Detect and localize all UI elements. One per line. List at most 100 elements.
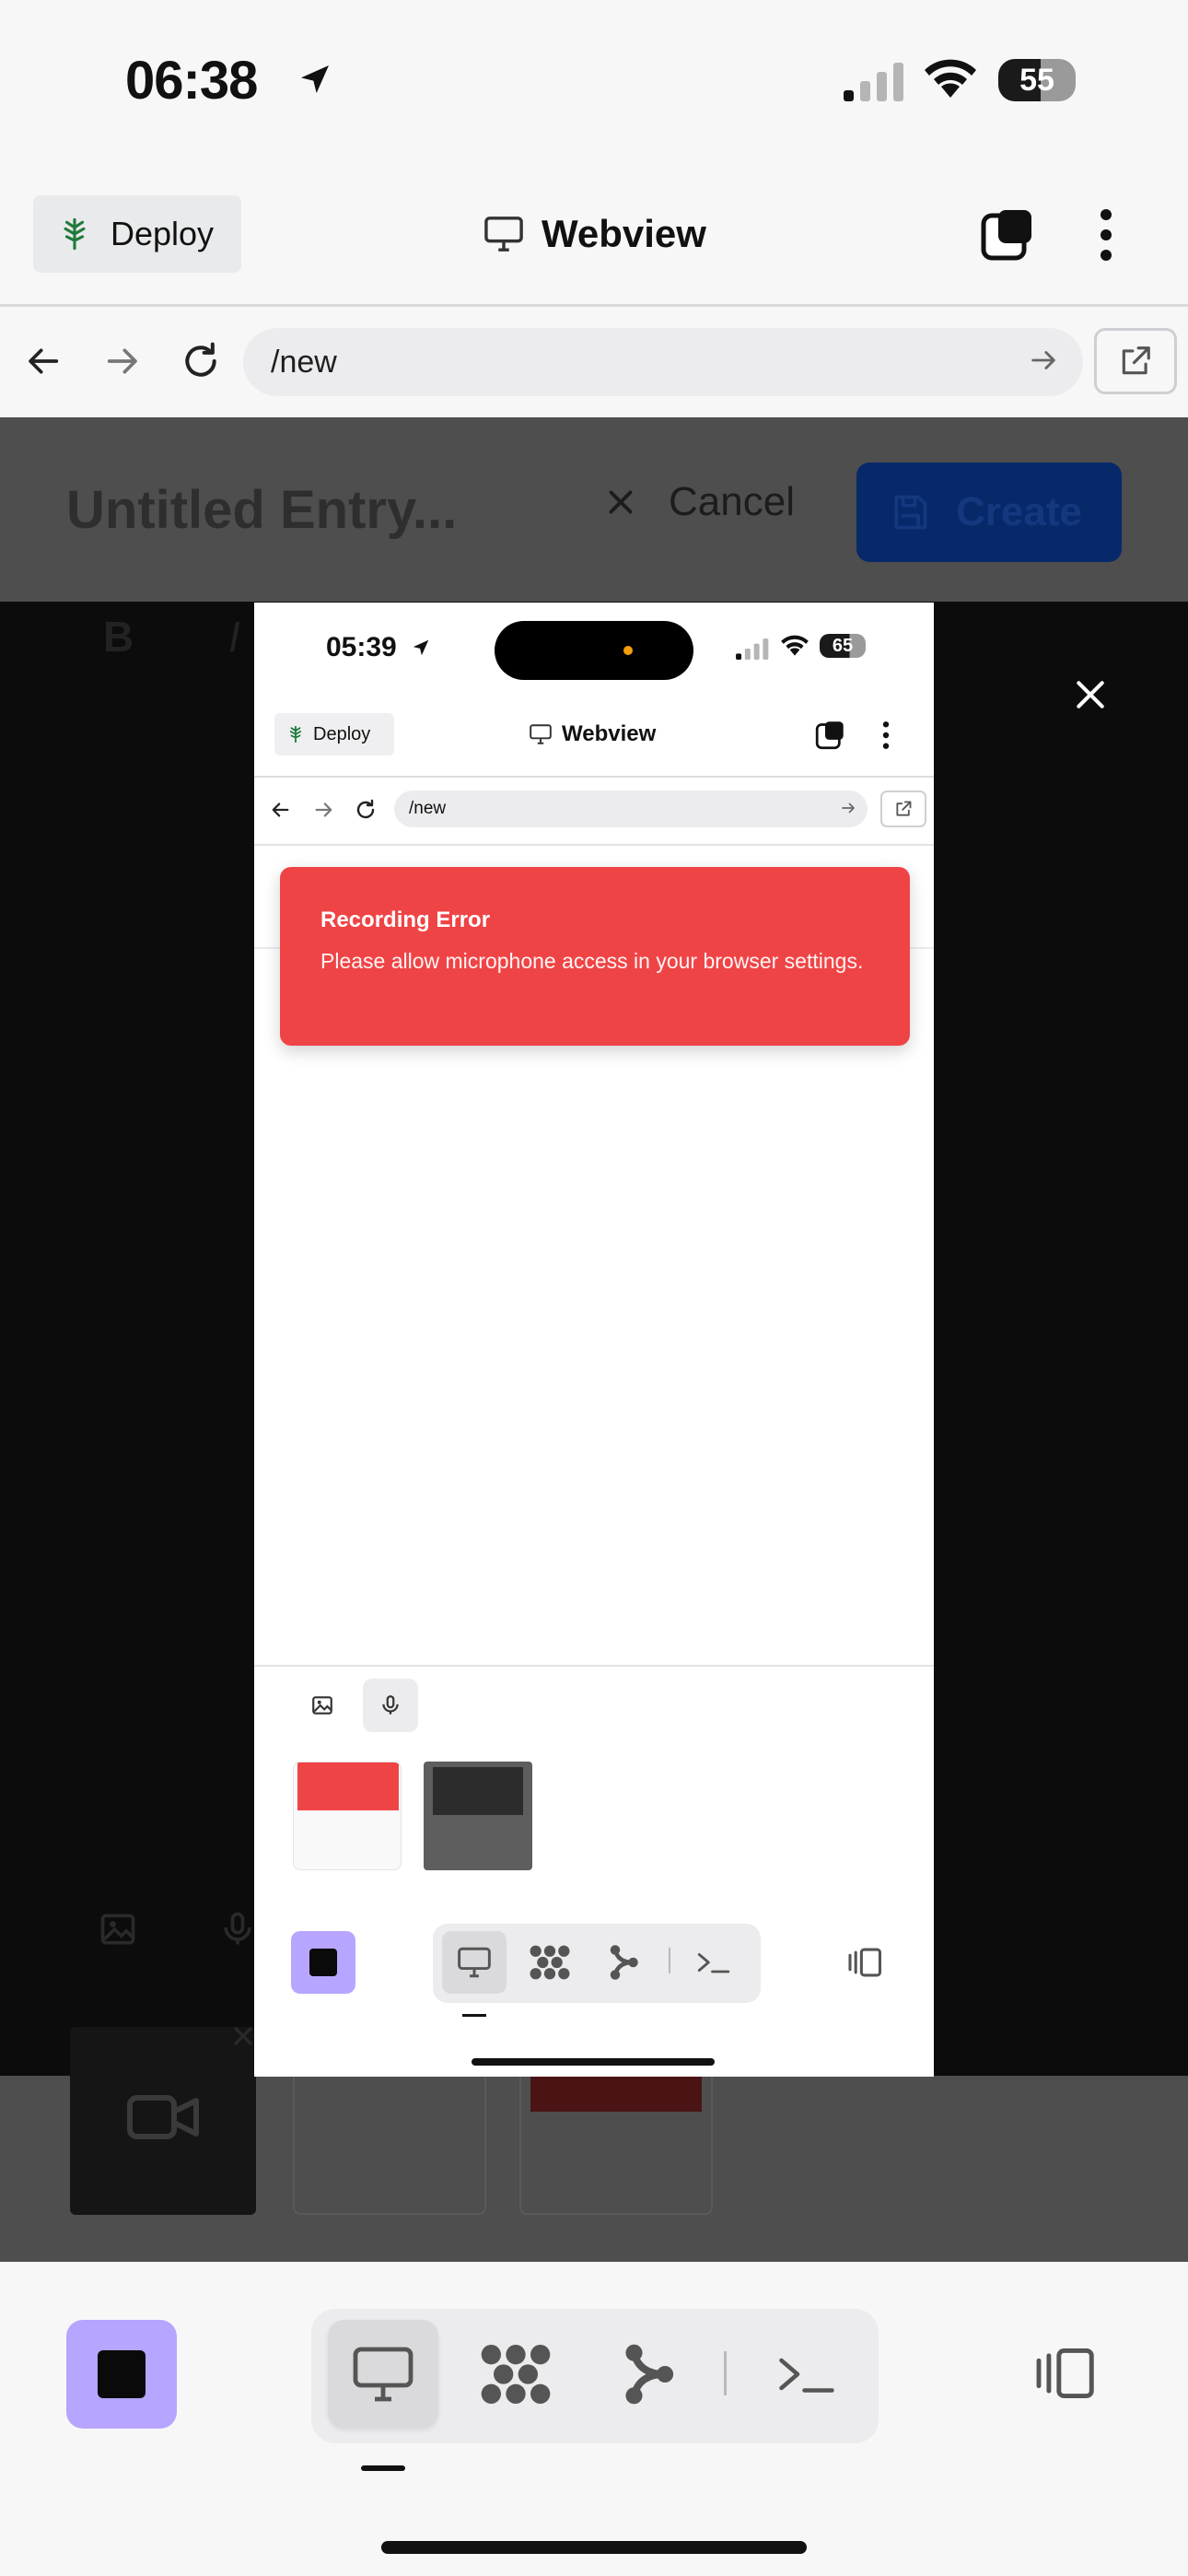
inner-deploy-button: Deploy xyxy=(274,713,394,755)
create-label: Create xyxy=(956,489,1082,534)
more-menu-icon[interactable] xyxy=(1083,203,1129,267)
inner-url-divider xyxy=(254,844,934,846)
forward-arrow-icon[interactable] xyxy=(96,335,147,387)
save-icon xyxy=(890,492,930,533)
cellular-signal-icon xyxy=(842,61,906,106)
deploy-tree-icon xyxy=(287,725,304,744)
monitor-icon xyxy=(483,215,525,253)
toast-message: Please allow microphone access in your b… xyxy=(320,949,864,973)
close-preview-button[interactable] xyxy=(1061,665,1120,724)
tab-branch[interactable] xyxy=(593,2320,704,2429)
close-icon xyxy=(1073,677,1108,712)
video-thumbnail[interactable] xyxy=(70,2027,256,2215)
branch-icon xyxy=(591,1931,656,1994)
image-icon[interactable] xyxy=(92,1903,144,1955)
deploy-label: Deploy xyxy=(111,215,215,252)
image-icon xyxy=(295,1679,350,1732)
branch-icon xyxy=(620,2342,677,2406)
recording-error-toast: Recording Error Please allow microphone … xyxy=(280,867,910,1046)
create-button[interactable]: Create xyxy=(856,463,1122,562)
stop-recording-button xyxy=(291,1931,355,1994)
close-icon xyxy=(604,486,637,519)
thumbnail-error-banner xyxy=(433,1767,523,1815)
terminal-icon xyxy=(681,1931,746,1994)
inner-url-text: /new xyxy=(409,799,447,818)
go-arrow-icon[interactable] xyxy=(1028,345,1059,376)
monitor-icon xyxy=(442,1931,507,1994)
location-arrow-icon xyxy=(409,636,433,660)
inner-tab-indicator xyxy=(462,2014,486,2017)
title-text: Webview xyxy=(542,212,706,255)
monitor-icon xyxy=(529,723,553,745)
home-indicator xyxy=(381,2541,807,2554)
grid-icon xyxy=(518,1931,582,1994)
forward-arrow-icon xyxy=(309,796,337,824)
wifi-icon xyxy=(921,57,980,106)
inner-header-divider xyxy=(254,776,934,778)
battery-icon: 65 xyxy=(820,634,869,658)
location-arrow-icon xyxy=(293,55,337,103)
toolbar-separator xyxy=(669,1948,670,1973)
inner-home-indicator xyxy=(472,2058,715,2066)
recording-dot xyxy=(623,646,633,655)
screenshot-thumbnail xyxy=(293,1762,402,1870)
tabs-overview-icon[interactable] xyxy=(976,203,1041,267)
open-external-button[interactable] xyxy=(1094,328,1177,394)
tab-terminal[interactable] xyxy=(751,2320,862,2429)
screenshot-thumbnail[interactable] xyxy=(519,2064,713,2215)
dynamic-island xyxy=(495,621,693,680)
wifi-icon xyxy=(779,634,810,662)
active-tab-indicator xyxy=(361,2465,405,2471)
tab-webview[interactable] xyxy=(328,2320,438,2429)
screenshot-preview: 05:39 65 Deploy Webview /new Recording E… xyxy=(254,603,934,2077)
video-camera-icon xyxy=(127,2090,199,2145)
go-arrow-icon xyxy=(840,800,856,816)
cellular-signal-icon xyxy=(735,638,770,664)
inner-title-text: Webview xyxy=(562,721,657,746)
tab-grid[interactable] xyxy=(460,2320,571,2429)
inner-url-bar: /new xyxy=(394,790,868,827)
inner-external-link-button xyxy=(880,790,926,827)
cancel-button[interactable]: Cancel xyxy=(604,479,795,525)
battery-icon: 55 xyxy=(998,59,1081,101)
status-time: 06:38 xyxy=(125,51,258,111)
inner-media-divider xyxy=(254,1665,934,1667)
url-input[interactable]: /new xyxy=(243,328,1083,396)
reload-icon xyxy=(352,796,379,824)
panel-toggle-button[interactable] xyxy=(1022,2327,1111,2419)
italic-format-button[interactable]: I xyxy=(228,612,240,662)
stop-icon xyxy=(309,1949,337,1976)
cancel-label: Cancel xyxy=(669,479,795,524)
bold-format-button[interactable]: B xyxy=(103,612,134,662)
entry-title: Untitled Entry... xyxy=(66,480,458,540)
external-link-icon xyxy=(894,800,913,818)
back-arrow-icon[interactable] xyxy=(18,335,70,387)
tabs-overview-icon xyxy=(814,719,847,752)
inner-deploy-label: Deploy xyxy=(313,723,371,744)
microphone-icon xyxy=(363,1679,418,1732)
grid-icon xyxy=(479,2342,553,2406)
inner-status-time: 05:39 xyxy=(326,632,397,662)
thumbnail-error-banner xyxy=(297,1762,399,1810)
more-menu-icon xyxy=(875,719,897,752)
thumbnail-error-banner xyxy=(530,2077,702,2112)
url-text: /new xyxy=(271,344,337,380)
page-title: Webview xyxy=(483,205,706,263)
inner-page-title: Webview xyxy=(529,717,656,752)
terminal-icon xyxy=(775,2350,839,2398)
external-link-icon xyxy=(1118,344,1153,379)
screenshot-thumbnail xyxy=(424,1762,532,1870)
screenshot-thumbnail[interactable] xyxy=(293,2064,486,2215)
reload-icon[interactable] xyxy=(175,335,227,387)
panel-toggle-icon xyxy=(1033,2346,1100,2401)
header-divider xyxy=(0,304,1188,307)
stop-recording-button[interactable] xyxy=(66,2320,177,2429)
deploy-tree-icon xyxy=(59,217,90,252)
deploy-button[interactable]: Deploy xyxy=(33,195,241,273)
back-arrow-icon xyxy=(267,796,295,824)
toast-title: Recording Error xyxy=(320,907,491,932)
monitor-icon xyxy=(350,2344,416,2405)
toolbar-separator xyxy=(724,2351,727,2395)
stop-icon xyxy=(98,2350,146,2398)
panel-toggle-icon xyxy=(838,1931,893,1994)
